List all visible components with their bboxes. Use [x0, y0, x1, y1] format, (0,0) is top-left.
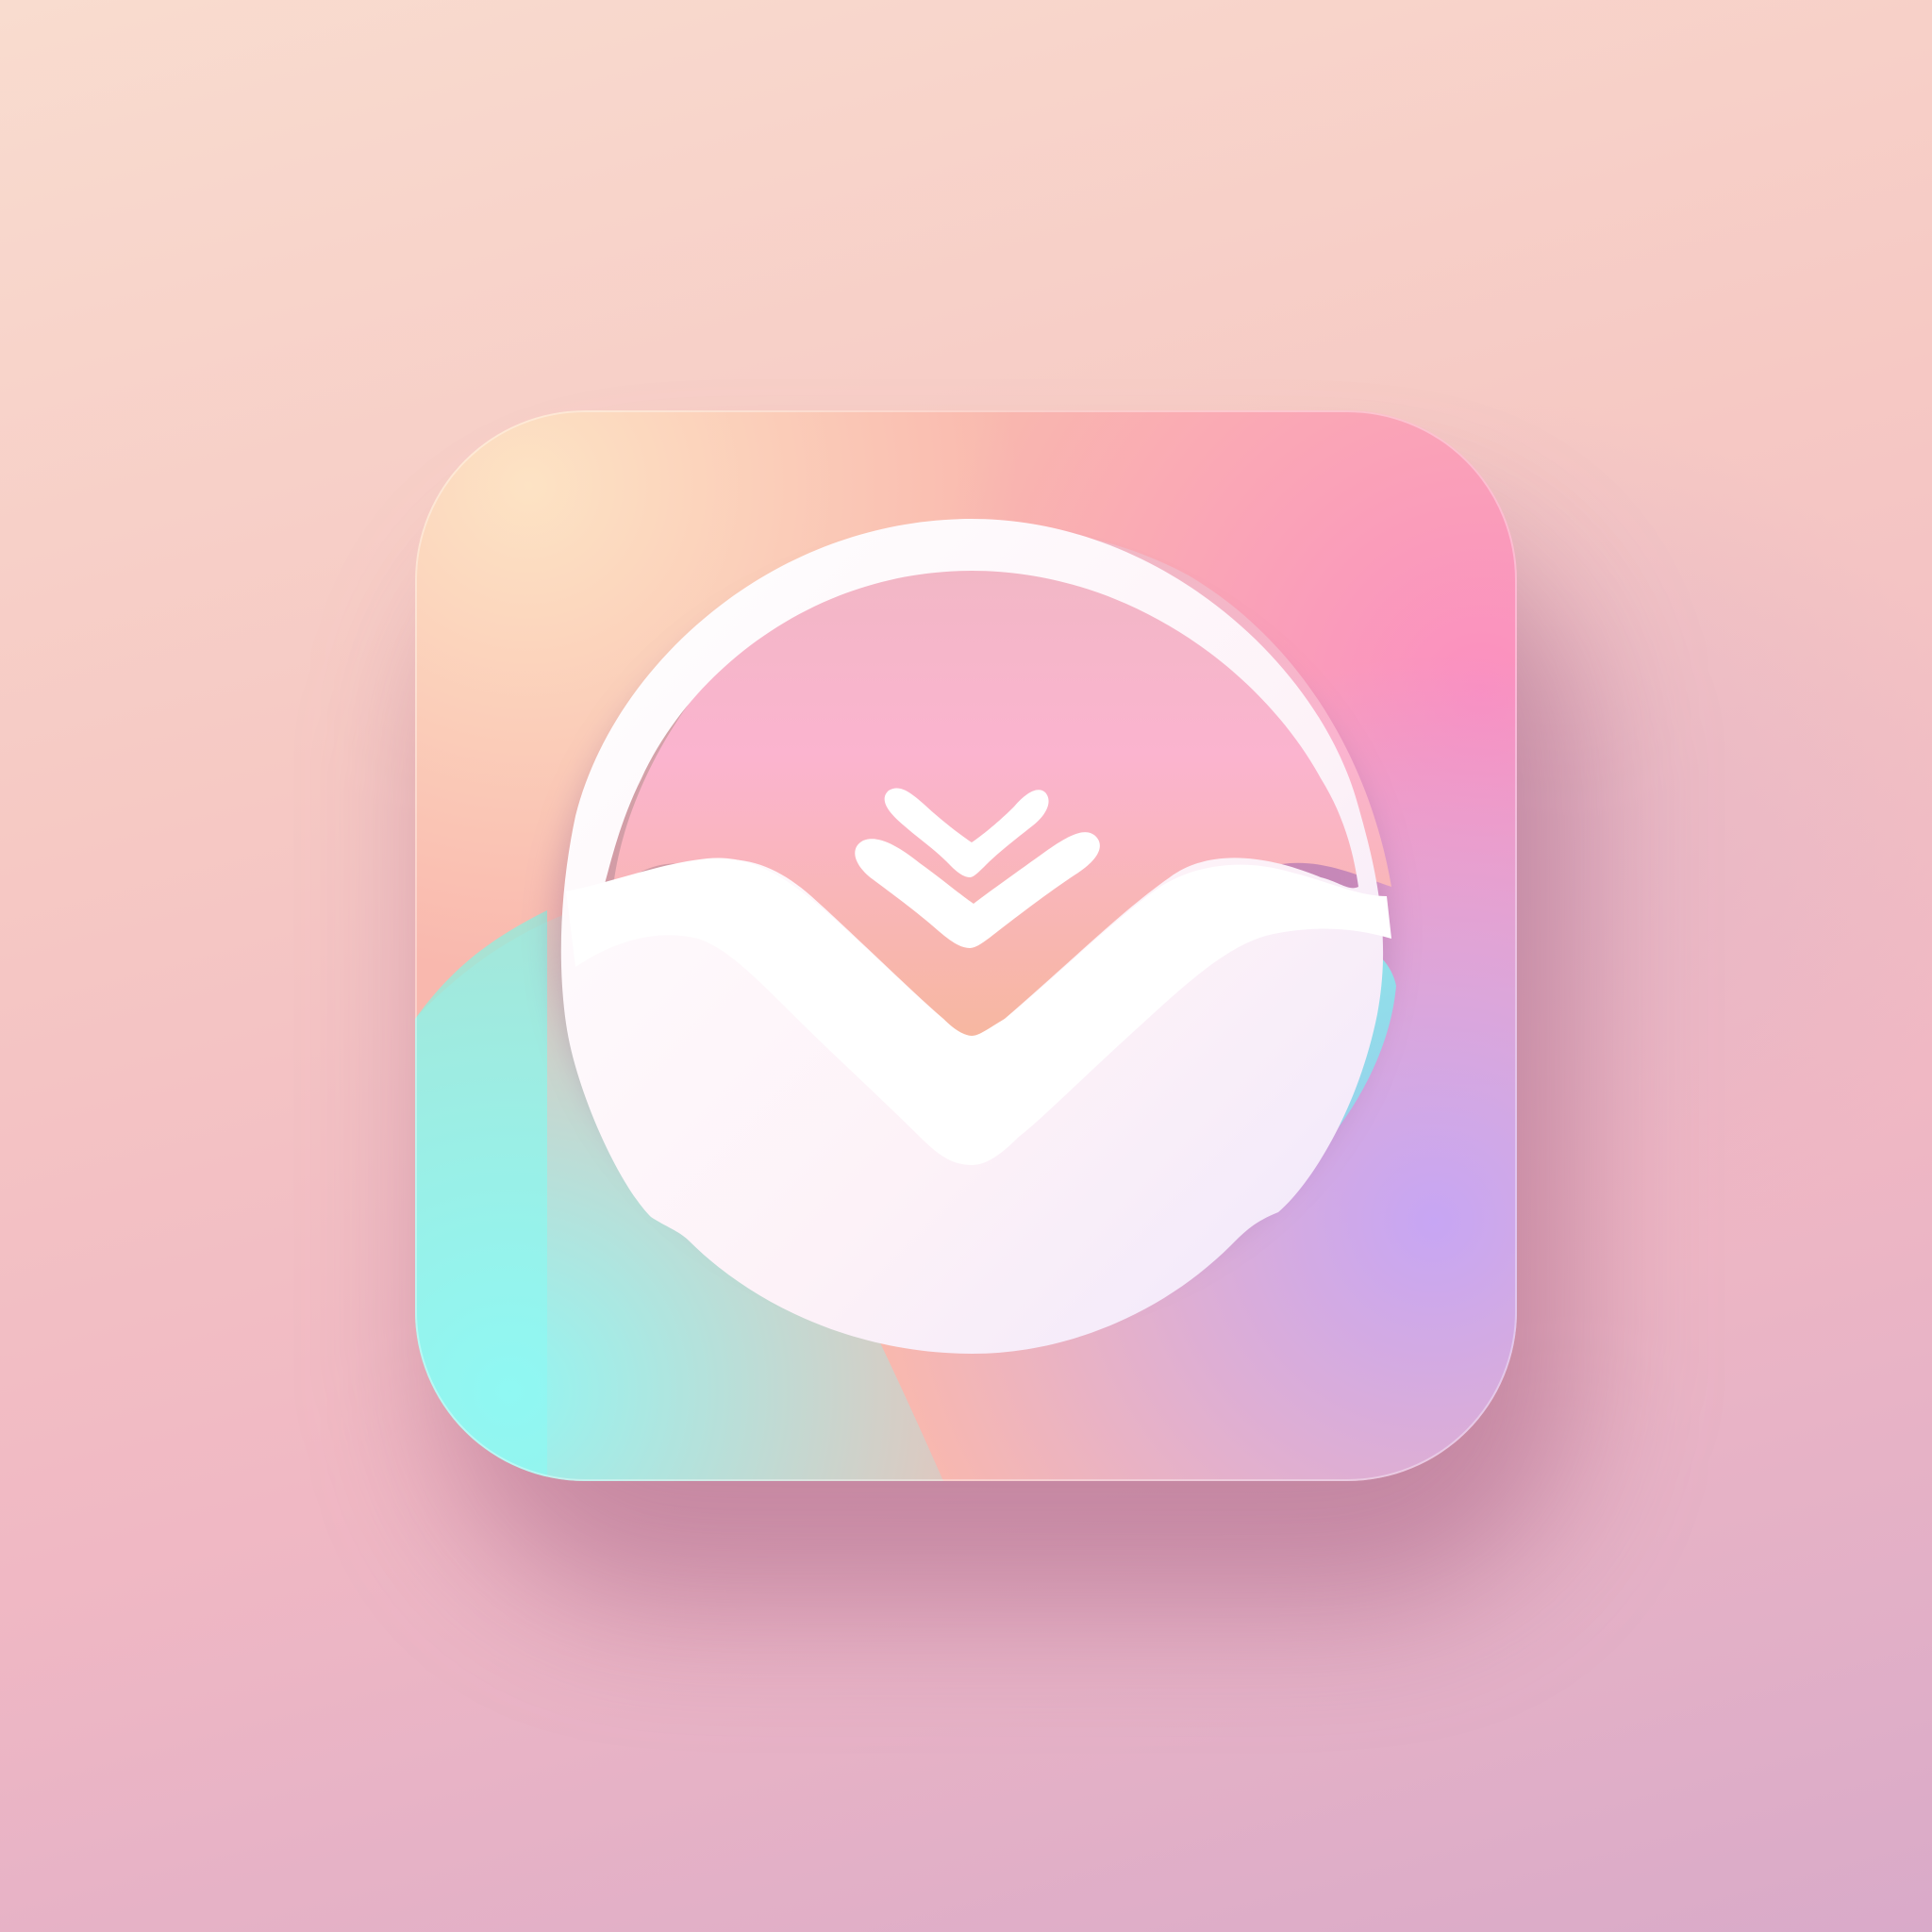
app-icon[interactable] [415, 410, 1517, 1481]
app-icon-graphic [415, 410, 1517, 1481]
